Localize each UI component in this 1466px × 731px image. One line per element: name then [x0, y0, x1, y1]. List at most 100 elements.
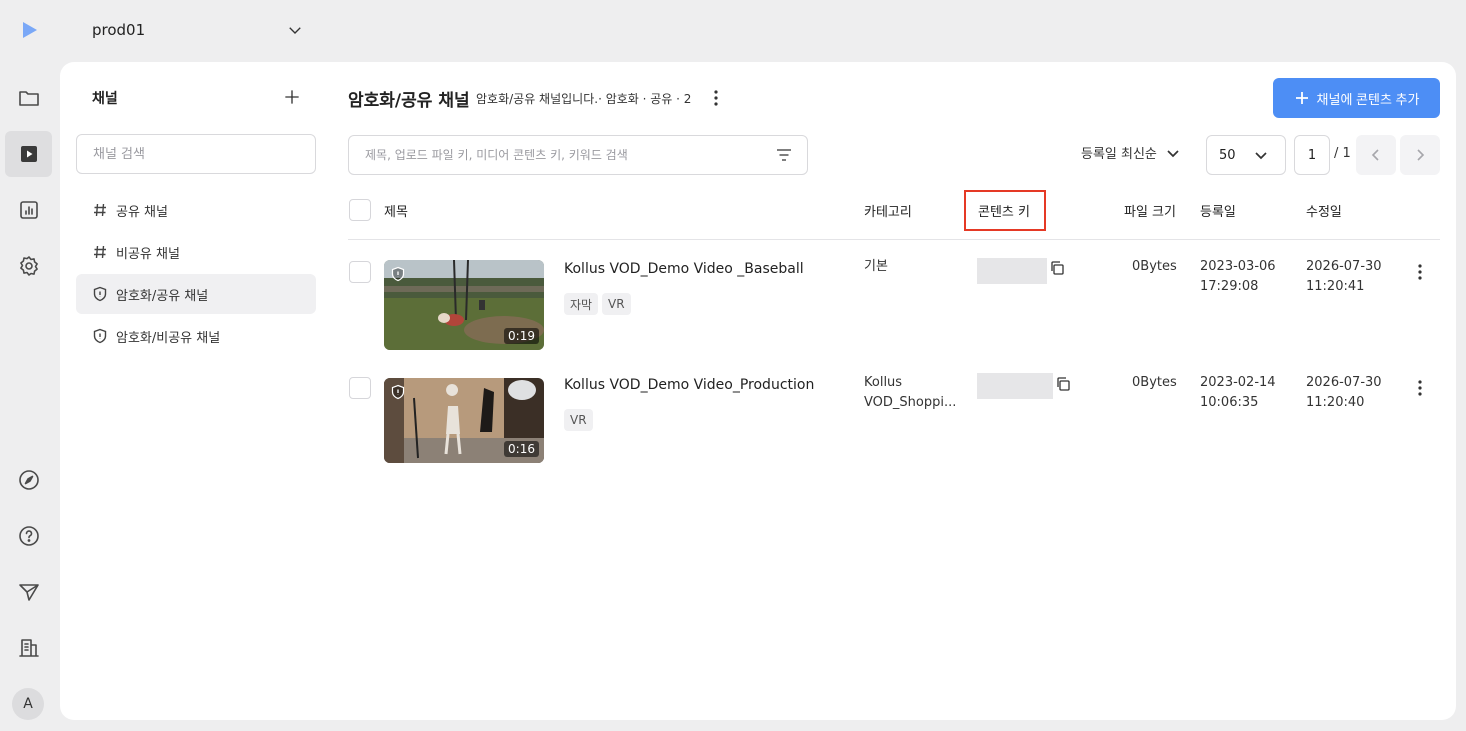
hash-icon [94, 245, 106, 259]
row-more-button[interactable] [1410, 262, 1430, 282]
channel-sidebar-title: 채널 [92, 91, 118, 107]
chevron-down-icon [1167, 149, 1179, 157]
video-title[interactable]: Kollus VOD_Demo Video _Baseball [564, 261, 804, 277]
category-line: VOD_Shoppi... [864, 395, 957, 410]
created-cell: 2023-03-06 17:29:08 [1200, 257, 1276, 297]
add-channel-button[interactable] [282, 87, 302, 107]
shield-icon [93, 328, 107, 344]
compass-icon[interactable] [5, 457, 52, 503]
sidebar-item-label: 비공유 채널 [116, 246, 180, 262]
filter-icon[interactable] [775, 146, 793, 164]
created-time: 17:29:08 [1200, 279, 1259, 294]
chevron-left-icon [1371, 149, 1379, 161]
shield-icon [93, 286, 107, 302]
modified-time: 11:20:40 [1306, 395, 1365, 410]
column-header-category[interactable]: 카테고리 [864, 201, 912, 220]
category-line: Kollus [864, 375, 903, 390]
sidebar-item-encrypted-shared-channel[interactable]: 암호화/공유 채널 [76, 274, 316, 314]
page-size-value: 50 [1219, 147, 1236, 163]
channel-description: 암호화/공유 채널입니다.· 암호화 · 공유 · 2 [476, 92, 692, 106]
content-search-box [348, 135, 808, 175]
column-header-title[interactable]: 제목 [384, 201, 408, 220]
page-total: / 1 [1334, 146, 1351, 161]
modified-cell: 2026-07-30 11:20:41 [1306, 257, 1382, 297]
sidebar-item-shared-channel[interactable]: 공유 채널 [76, 190, 316, 230]
next-page-button[interactable] [1400, 135, 1440, 175]
sort-dropdown[interactable]: 등록일 최신순 [1081, 143, 1181, 162]
category-line: 기본 [864, 259, 888, 274]
sidebar-item-encrypted-unshared-channel[interactable]: 암호화/비공유 채널 [76, 316, 316, 356]
column-header-modified[interactable]: 수정일 [1306, 201, 1342, 220]
sort-label: 등록일 최신순 [1081, 147, 1157, 162]
modified-date: 2026-07-30 [1306, 259, 1382, 274]
table-header-divider [348, 239, 1440, 240]
prev-page-button[interactable] [1356, 135, 1396, 175]
category-cell: 기본 [864, 257, 888, 277]
row-checkbox[interactable] [349, 377, 371, 399]
project-name: prod01 [92, 21, 146, 39]
chart-icon[interactable] [5, 187, 52, 233]
more-vertical-icon [714, 90, 718, 106]
content-key-value [977, 373, 1053, 399]
video-title[interactable]: Kollus VOD_Demo Video_Production [564, 377, 814, 393]
copy-icon[interactable] [1055, 376, 1071, 392]
created-cell: 2023-02-14 10:06:35 [1200, 373, 1276, 413]
category-cell: Kollus VOD_Shoppi... [864, 373, 956, 413]
more-vertical-icon [1418, 264, 1422, 280]
row-checkbox[interactable] [349, 261, 371, 283]
copy-icon[interactable] [1049, 260, 1065, 276]
chevron-right-icon [1417, 149, 1425, 161]
created-date: 2023-02-14 [1200, 375, 1276, 390]
video-duration: 0:19 [504, 328, 539, 344]
plus-icon [1295, 92, 1308, 104]
project-selector[interactable]: prod01 [92, 20, 304, 40]
column-header-file-size[interactable]: 파일 크기 [1124, 201, 1176, 220]
file-size-cell: 0Bytes [1132, 375, 1177, 390]
page-size-select[interactable]: 50 [1206, 135, 1286, 175]
select-all-checkbox[interactable] [349, 199, 371, 221]
video-thumbnail[interactable]: 0:16 [384, 378, 544, 463]
highlight-box [964, 190, 1046, 231]
content-key-value [977, 258, 1047, 284]
sidebar-item-label: 암호화/공유 채널 [116, 288, 209, 304]
encrypted-lock-icon [390, 266, 406, 282]
modified-cell: 2026-07-30 11:20:40 [1306, 373, 1382, 413]
channel-search-input[interactable] [76, 134, 316, 174]
video-thumbnail[interactable]: 0:19 [384, 260, 544, 350]
encrypted-lock-icon [390, 384, 406, 400]
folder-icon[interactable] [5, 75, 52, 121]
sidebar-item-label: 암호화/비공유 채널 [116, 330, 221, 346]
sidebar-item-label: 공유 채널 [116, 204, 168, 220]
chevron-down-icon [1255, 152, 1267, 160]
video-icon[interactable] [5, 131, 52, 177]
modified-time: 11:20:41 [1306, 279, 1365, 294]
tag-badge: 자막 [564, 293, 599, 315]
created-time: 10:06:35 [1200, 395, 1259, 410]
file-size-cell: 0Bytes [1132, 259, 1177, 274]
building-icon[interactable] [5, 625, 52, 671]
chevron-down-icon [289, 27, 301, 34]
channel-more-button[interactable] [706, 87, 726, 109]
modified-date: 2026-07-30 [1306, 375, 1382, 390]
content-search-input[interactable] [349, 136, 749, 174]
column-header-created[interactable]: 등록일 [1200, 201, 1236, 220]
more-vertical-icon [1418, 380, 1422, 396]
add-content-label: 채널에 콘텐츠 추가 [1316, 91, 1420, 107]
plus-icon [285, 90, 299, 104]
help-icon[interactable] [5, 513, 52, 559]
send-icon[interactable] [5, 569, 52, 615]
row-more-button[interactable] [1410, 378, 1430, 398]
icon-rail: A [0, 0, 56, 731]
page-title: 암호화/공유 채널 [348, 91, 470, 111]
page-number-input[interactable]: 1 [1294, 135, 1330, 175]
avatar[interactable]: A [12, 688, 44, 720]
play-logo-icon[interactable] [5, 7, 52, 53]
sidebar-item-unshared-channel[interactable]: 비공유 채널 [76, 232, 316, 272]
tag-badge: VR [564, 409, 593, 431]
tag-badge: VR [602, 293, 631, 315]
created-date: 2023-03-06 [1200, 259, 1276, 274]
video-duration: 0:16 [504, 441, 539, 457]
hash-icon [94, 203, 106, 217]
settings-icon[interactable] [5, 243, 52, 289]
add-content-button[interactable]: 채널에 콘텐츠 추가 [1273, 78, 1440, 118]
